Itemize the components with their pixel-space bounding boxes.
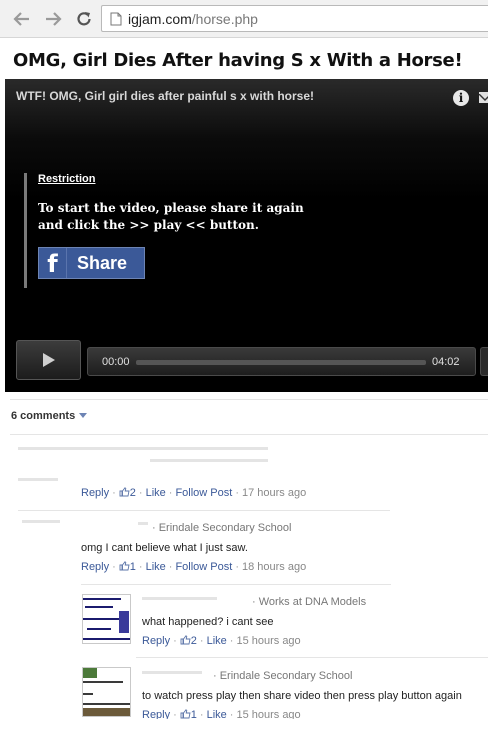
control-bar: 00:00 04:02	[87, 347, 476, 376]
divider	[10, 399, 488, 400]
restriction-panel: Restriction To start the video, please s…	[24, 173, 314, 288]
like-count[interactable]: 1	[130, 561, 136, 573]
url-text: igjam.com/horse.php	[128, 11, 258, 27]
commenter-affiliation: · Works at DNA Models	[252, 596, 367, 608]
reload-button[interactable]	[74, 9, 94, 29]
comment-actions: Reply · 2 · Like · 15 hours ago	[142, 635, 301, 647]
forward-button[interactable]	[43, 9, 63, 29]
total-time: 04:02	[432, 356, 460, 368]
comment-actions: Reply · 1 · Like · Follow Post · 18 hours ago	[81, 561, 307, 573]
facebook-icon: f	[39, 248, 67, 278]
like-link[interactable]: Like	[207, 709, 227, 719]
follow-post-link[interactable]: Follow Post	[175, 561, 232, 573]
url-path: /horse.php	[191, 11, 258, 27]
divider	[136, 657, 488, 658]
reply-link[interactable]: Reply	[81, 561, 109, 573]
fullscreen-button[interactable]	[480, 347, 488, 376]
divider	[10, 434, 488, 435]
back-arrow-icon	[13, 12, 29, 26]
like-count[interactable]: 2	[130, 487, 136, 499]
avatar[interactable]	[82, 667, 131, 717]
commenter-affiliation: · Erindale Secondary School	[213, 670, 353, 682]
comment-time: 15 hours ago	[236, 709, 301, 719]
address-bar[interactable]: igjam.com/horse.php	[101, 5, 488, 32]
like-link[interactable]: Like	[207, 635, 227, 647]
like-link[interactable]: Like	[146, 561, 166, 573]
obscured-text	[142, 671, 202, 674]
obscured-text	[142, 597, 217, 600]
page-title: OMG, Girl Dies After having S x With a H…	[13, 50, 463, 71]
reply-link[interactable]: Reply	[81, 487, 109, 499]
seek-bar[interactable]	[136, 360, 426, 365]
divider	[18, 510, 390, 511]
video-player[interactable]: WTF! OMG, Girl girl dies after painful s…	[5, 79, 488, 392]
comment-time: 17 hours ago	[241, 487, 307, 499]
reply-link[interactable]: Reply	[142, 709, 170, 719]
obscured-text	[22, 520, 60, 523]
page-icon	[110, 12, 122, 26]
facebook-share-button[interactable]: f Share	[38, 247, 145, 279]
comments-count[interactable]: 6 comments	[11, 410, 88, 422]
thumbs-up-icon	[180, 709, 191, 719]
comment-text: omg I cant believe what I just saw.	[81, 542, 248, 554]
share-label: Share	[77, 252, 128, 273]
thumbs-up-icon	[119, 487, 130, 497]
commenter-affiliation: · Erindale Secondary School	[152, 522, 292, 534]
like-count[interactable]: 2	[191, 635, 197, 647]
obscured-text	[18, 447, 268, 450]
reload-icon	[77, 12, 91, 26]
comments-count-label: 6 comments	[11, 410, 76, 422]
video-title: WTF! OMG, Girl girl dies after painful s…	[16, 89, 315, 103]
restriction-label: Restriction	[38, 173, 96, 185]
thumbs-up-icon	[180, 635, 191, 645]
restriction-message: To start the video, please share it agai…	[38, 201, 304, 232]
back-button[interactable]	[12, 9, 32, 29]
divider	[81, 584, 391, 585]
comment-text: to watch press play then share video the…	[142, 690, 462, 702]
url-domain: igjam.com	[128, 11, 192, 27]
like-link[interactable]: Like	[146, 487, 166, 499]
info-icon[interactable]: i	[453, 90, 469, 106]
browser-toolbar: igjam.com/horse.php	[0, 0, 488, 38]
caret-down-icon	[79, 413, 88, 418]
reply-link[interactable]: Reply	[142, 635, 170, 647]
current-time: 00:00	[102, 356, 130, 368]
forward-arrow-icon	[46, 12, 62, 26]
comment-time: 15 hours ago	[236, 635, 301, 647]
obscured-text	[18, 478, 58, 481]
mail-icon[interactable]	[479, 92, 488, 103]
obscured-text	[138, 522, 148, 525]
thumbs-up-icon	[119, 561, 130, 571]
avatar[interactable]	[82, 594, 131, 644]
obscured-text	[150, 459, 268, 462]
like-count[interactable]: 1	[191, 709, 197, 719]
play-button[interactable]	[16, 340, 81, 380]
comment-text: what happened? i cant see	[142, 616, 274, 628]
comment-actions: Reply · 1 · Like · 15 hours ago	[142, 709, 301, 719]
comment-actions: Reply · 2 · Like · Follow Post · 17 hours ago	[81, 487, 307, 499]
follow-post-link[interactable]: Follow Post	[175, 487, 232, 499]
play-icon	[42, 353, 55, 367]
comment-time: 18 hours ago	[241, 561, 307, 573]
